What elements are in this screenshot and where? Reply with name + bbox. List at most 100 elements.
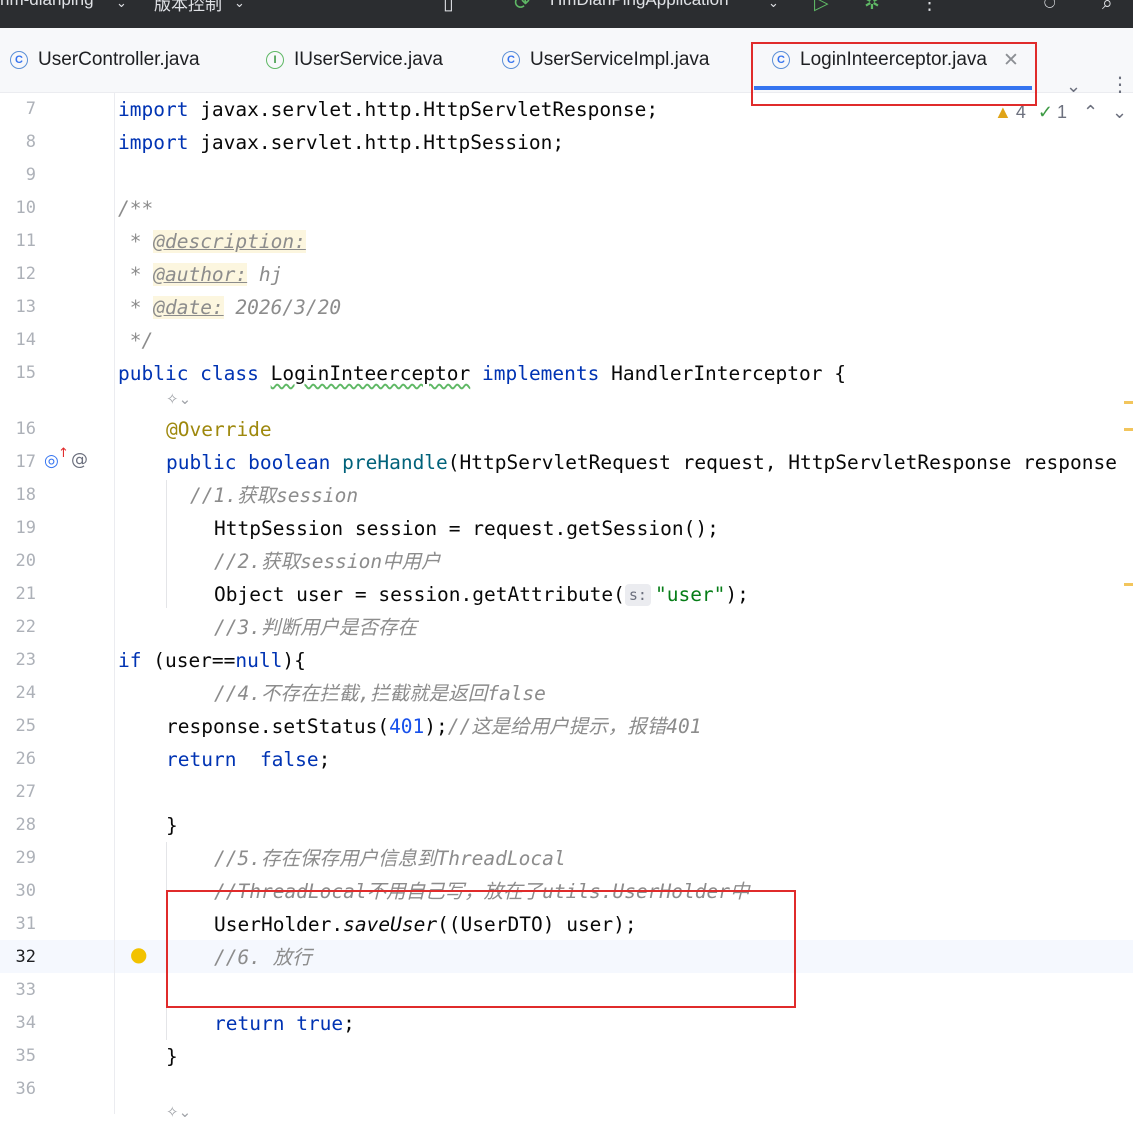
code-line: @Override — [166, 418, 272, 441]
ai-assist-icon[interactable]: ✧⌄ — [166, 390, 191, 408]
line-number: 36 — [15, 1079, 36, 1099]
code-line: * @description: — [118, 230, 306, 253]
debug-icon[interactable]: ✲ — [864, 0, 880, 14]
code-line: import javax.servlet.http.HttpSession; — [118, 131, 565, 154]
code-line: public boolean preHandle(HttpServletRequ… — [166, 451, 1117, 474]
add-user-icon[interactable]: ⍥ — [1044, 0, 1055, 14]
line-number: 27 — [15, 782, 36, 802]
lightbulb-icon[interactable]: ● — [130, 942, 147, 966]
code-line: return true; — [214, 1012, 355, 1035]
at-icon[interactable]: @ — [71, 450, 88, 470]
chevron-down-icon[interactable]: ⌄ — [116, 0, 127, 11]
line-number: 8 — [25, 132, 36, 152]
code-line: //ThreadLocal不用自己写，放在了utils.UserHolder中 — [214, 880, 750, 903]
code-line: import javax.servlet.http.HttpServletRes… — [118, 98, 659, 121]
class-icon: C — [502, 51, 520, 69]
line-number: 13 — [15, 297, 36, 317]
code-line: //3.判断用户是否存在 — [214, 616, 417, 639]
run-config[interactable]: HmDianPingApplication — [550, 0, 729, 10]
line-number: 14 — [15, 330, 36, 350]
project-name[interactable]: hm-dianping — [0, 0, 94, 10]
line-number: 25 — [15, 716, 36, 736]
code-line: } — [166, 814, 178, 837]
warning-count: 4 — [1015, 101, 1026, 122]
line-number: 33 — [15, 980, 36, 1000]
tab-label: LoginInteerceptor.java — [800, 49, 987, 70]
code-line: return false; — [166, 748, 331, 771]
search-icon[interactable]: ⌕ — [1102, 0, 1113, 14]
code-line: /** — [118, 197, 154, 220]
class-icon: C — [10, 51, 28, 69]
code-line: //5.存在保存用户信息到ThreadLocal — [214, 847, 566, 870]
gutter-divider — [114, 93, 115, 1114]
line-number: 17 — [15, 452, 36, 472]
line-number: 28 — [15, 815, 36, 835]
weak-warning-count: 1 — [1056, 101, 1067, 122]
tab-user-controller[interactable]: C UserController.java — [10, 28, 200, 92]
line-number: 10 — [15, 198, 36, 218]
line-number: 16 — [15, 419, 36, 439]
scrollbar-marker — [1124, 401, 1133, 404]
active-tab-indicator — [754, 86, 1032, 90]
tab-user-service-impl[interactable]: C UserServiceImpl.java — [502, 28, 710, 92]
line-number-current: 32 — [15, 947, 36, 967]
editor-tab-bar: C UserController.java I IUserService.jav… — [0, 28, 1133, 97]
code-line: * @author: hj — [118, 263, 283, 286]
code-line: */ — [118, 329, 154, 352]
line-number: 35 — [15, 1046, 36, 1066]
code-line: if (user==null){ — [118, 649, 306, 672]
chevron-up-icon[interactable]: ⌃ — [1083, 102, 1098, 123]
line-number: 30 — [15, 881, 36, 901]
interface-icon: I — [266, 51, 284, 69]
code-line: Object user = session.getAttribute(s: "us… — [214, 583, 749, 606]
tab-label: IUserService.java — [294, 49, 443, 70]
indent-guide — [166, 480, 167, 608]
line-number: 19 — [15, 518, 36, 538]
chevron-down-icon[interactable]: ⌄ — [1112, 102, 1127, 123]
code-line: //2.获取session中用户 — [214, 550, 441, 573]
line-number: 26 — [15, 749, 36, 769]
scrollbar-marker — [1124, 583, 1133, 586]
line-number: 15 — [15, 363, 36, 383]
code-line: //1.获取session — [190, 484, 359, 507]
run-config-icon: ⟳ — [514, 0, 530, 14]
code-line: UserHolder.saveUser((UserDTO) user); — [214, 913, 637, 936]
scrollbar-marker — [1124, 428, 1133, 431]
code-line: } — [166, 1045, 178, 1068]
chevron-down-icon[interactable]: ⌄ — [234, 0, 245, 11]
vcs-menu[interactable]: 版本控制 — [154, 0, 222, 15]
line-number: 9 — [25, 165, 36, 185]
line-number: 18 — [15, 485, 36, 505]
inspection-widget[interactable]: ▲ 4 ✓ 1 ⌃ ⌄ — [994, 101, 1127, 123]
indent-guide — [166, 842, 167, 1040]
chevron-down-icon[interactable]: ⌄ — [768, 0, 779, 11]
tab-iuser-service[interactable]: I IUserService.java — [266, 28, 443, 92]
tab-login-interceptor[interactable]: C LoginInteerceptor.java ✕ — [772, 28, 1019, 92]
line-number: 20 — [15, 551, 36, 571]
line-number: 23 — [15, 650, 36, 670]
tab-label: UserController.java — [38, 49, 200, 70]
close-icon[interactable]: ✕ — [1003, 49, 1019, 71]
file-icon[interactable]: ▯ — [443, 0, 453, 14]
title-bar: hm-dianping ⌄ 版本控制 ⌄ ▯ ⟳ HmDianPingAppli… — [0, 0, 1133, 28]
more-actions-icon[interactable]: ⋮ — [920, 0, 939, 14]
code-line: HttpSession session = request.getSession… — [214, 517, 719, 540]
line-number: 11 — [15, 231, 36, 251]
code-line: //6. 放行 — [214, 946, 312, 969]
arrow-up-icon: ↑ — [58, 446, 69, 461]
check-icon: ✓ — [1037, 101, 1053, 122]
current-line-highlight — [0, 940, 1133, 973]
code-line: response.setStatus(401);//这是给用户提示，报错401 — [166, 715, 702, 738]
warning-icon: ▲ — [994, 101, 1012, 122]
code-line: //4.不存在拦截,拦截就是返回false — [214, 682, 546, 705]
implements-method-icon[interactable]: ◎ — [44, 451, 59, 471]
line-number: 34 — [15, 1013, 36, 1033]
line-number: 31 — [15, 914, 36, 934]
run-icon[interactable]: ▷ — [814, 0, 829, 14]
line-number: 22 — [15, 617, 36, 637]
ai-assist-icon[interactable]: ✧⌄ — [166, 1103, 191, 1121]
line-number: 7 — [25, 99, 36, 119]
code-line: public class LoginInteerceptor implement… — [118, 362, 846, 385]
line-number: 29 — [15, 848, 36, 868]
class-icon: C — [772, 51, 790, 69]
